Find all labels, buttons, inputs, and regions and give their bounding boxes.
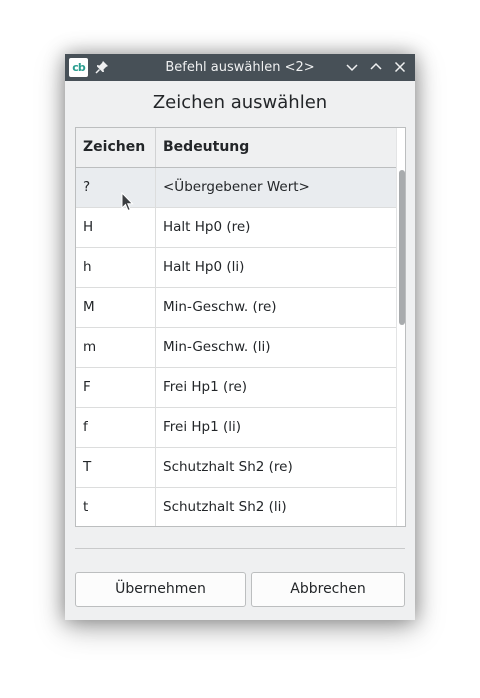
cell-bedeutung: Schutzhalt Sh2 (re): [163, 459, 293, 475]
table-row[interactable]: H Halt Hp0 (re): [76, 208, 396, 248]
scrollbar-thumb[interactable]: [399, 170, 405, 325]
cell-bedeutung: Halt Hp0 (li): [163, 259, 245, 275]
cell-zeichen: t: [76, 488, 156, 526]
vertical-scrollbar[interactable]: [396, 128, 405, 526]
title-bar[interactable]: cb Befehl auswählen <2>: [65, 54, 415, 81]
cell-zeichen: T: [76, 448, 156, 487]
cell-bedeutung: Min-Geschw. (li): [163, 339, 271, 355]
table-row[interactable]: h Halt Hp0 (li): [76, 248, 396, 288]
cell-bedeutung: Frei Hp1 (li): [163, 419, 242, 435]
cell-bedeutung: Min-Geschw. (re): [163, 299, 277, 315]
cell-zeichen: h: [76, 248, 156, 287]
cell-zeichen: m: [76, 328, 156, 367]
dialog-window: cb Befehl auswählen <2> Zeichen auswähle…: [65, 54, 415, 620]
table-row[interactable]: M Min-Geschw. (re): [76, 288, 396, 328]
cell-bedeutung: Frei Hp1 (re): [163, 379, 248, 395]
dialog-heading: Zeichen auswählen: [152, 92, 328, 113]
cell-zeichen: ?: [76, 168, 156, 207]
symbol-table[interactable]: Zeichen Bedeutung ? <Übergebener Wert> H…: [75, 127, 406, 527]
table-row[interactable]: f Frei Hp1 (li): [76, 408, 396, 448]
column-header-bedeutung[interactable]: Bedeutung: [156, 128, 397, 167]
cell-zeichen: M: [76, 288, 156, 327]
table-row[interactable]: F Frei Hp1 (re): [76, 368, 396, 408]
app-logo-icon[interactable]: cb: [69, 58, 88, 77]
cell-zeichen: f: [76, 408, 156, 447]
divider: [75, 548, 405, 549]
chevron-down-icon[interactable]: [344, 59, 360, 75]
mouse-pointer-icon: [121, 192, 134, 212]
screen: cb Befehl auswählen <2> Zeichen auswähle…: [0, 0, 480, 698]
table-header: Zeichen Bedeutung: [76, 128, 397, 168]
cell-zeichen: H: [76, 208, 156, 247]
apply-button[interactable]: Übernehmen: [75, 572, 246, 607]
table-row[interactable]: m Min-Geschw. (li): [76, 328, 396, 368]
cell-bedeutung: Schutzhalt Sh2 (li): [163, 499, 287, 515]
close-icon[interactable]: [392, 59, 408, 75]
cancel-button[interactable]: Abbrechen: [251, 572, 405, 607]
column-header-zeichen[interactable]: Zeichen: [76, 128, 156, 167]
cell-bedeutung: <Übergebener Wert>: [163, 179, 310, 195]
cell-zeichen: F: [76, 368, 156, 407]
table-row[interactable]: t Schutzhalt Sh2 (li): [76, 488, 396, 526]
pin-icon[interactable]: [94, 59, 110, 75]
table-row[interactable]: T Schutzhalt Sh2 (re): [76, 448, 396, 488]
chevron-up-icon[interactable]: [368, 59, 384, 75]
cell-bedeutung: Halt Hp0 (re): [163, 219, 251, 235]
table-body: ? <Übergebener Wert> H Halt Hp0 (re) h H…: [76, 168, 396, 526]
window-title: Befehl auswählen <2>: [165, 60, 315, 75]
